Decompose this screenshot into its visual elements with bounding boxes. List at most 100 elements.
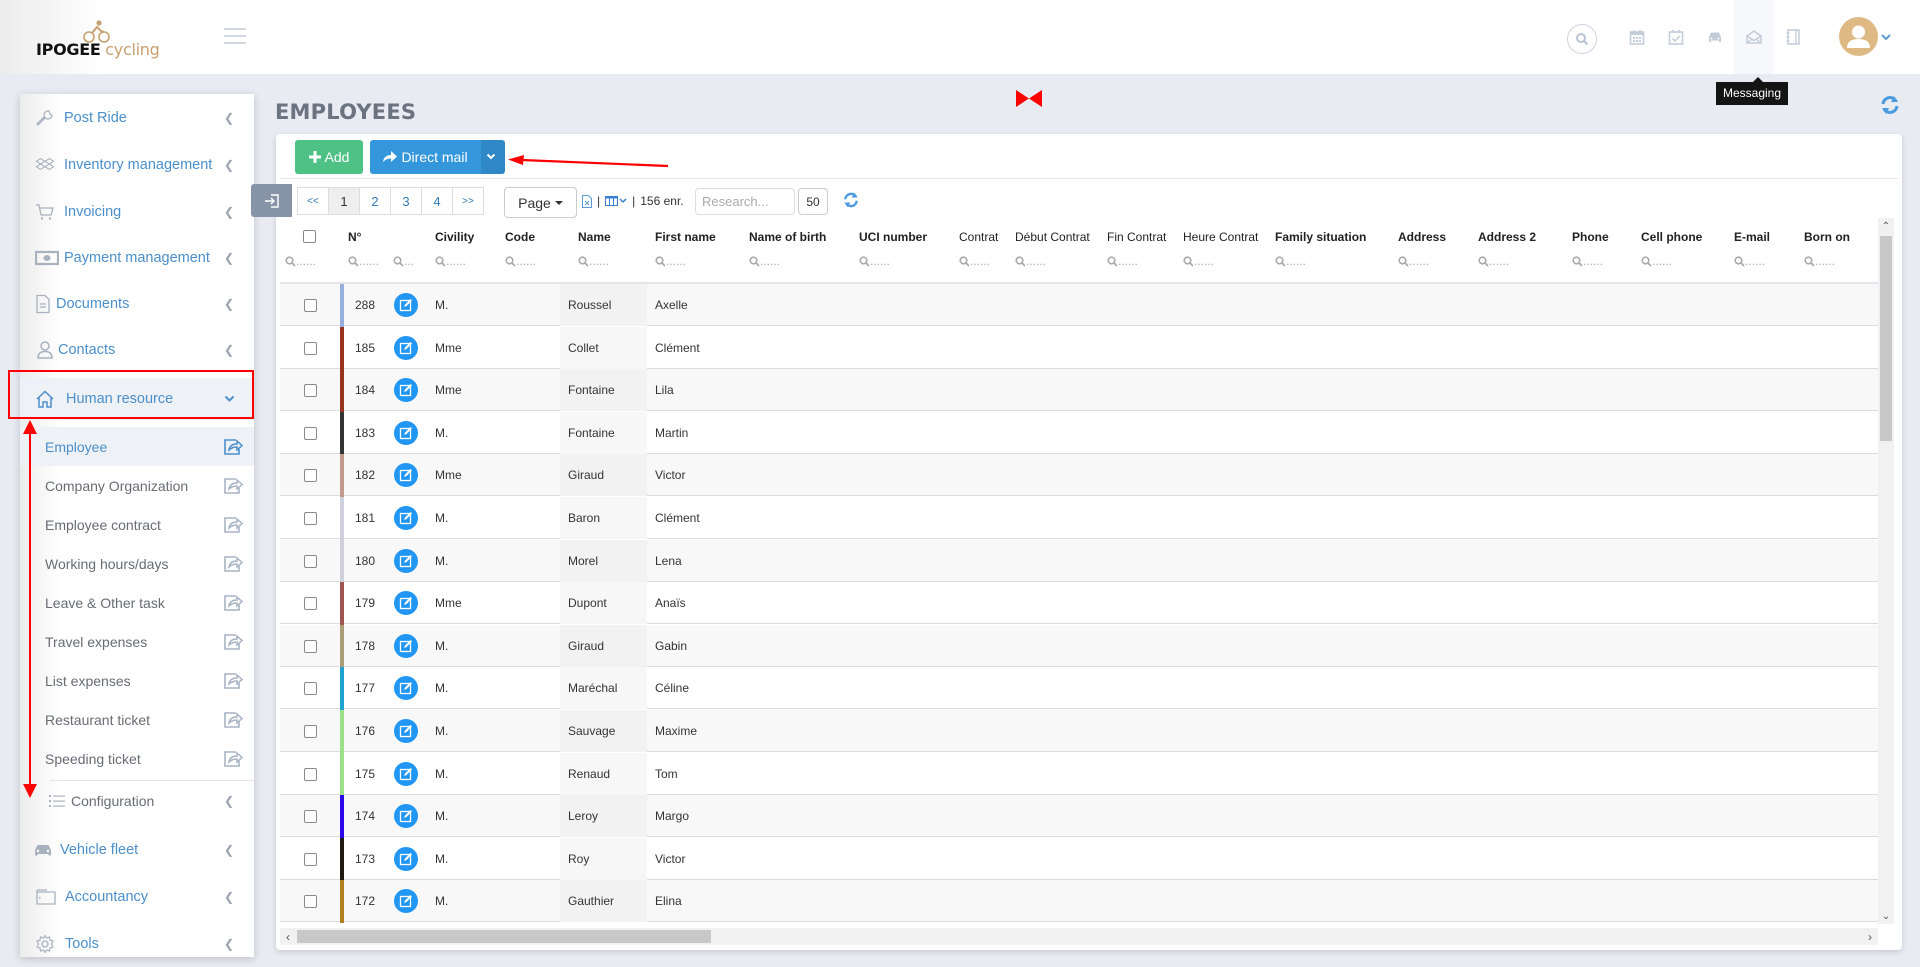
pagination-last[interactable]: >> xyxy=(452,187,484,215)
pagination-page-4[interactable]: 4 xyxy=(421,187,453,215)
row-checkbox[interactable] xyxy=(304,597,317,611)
sidebar-subitem-restaurant-ticket[interactable]: Restaurant ticket xyxy=(20,700,254,739)
row-checkbox[interactable] xyxy=(304,469,317,483)
sidebar-item-accountancy[interactable]: Accountancy ❮ xyxy=(20,877,254,917)
sidebar-item-contacts[interactable]: Contacts ❮ xyxy=(20,330,254,370)
sidebar-item-inventory[interactable]: Inventory management ❮ xyxy=(20,145,254,185)
calendar-button[interactable] xyxy=(1622,22,1652,52)
table-row[interactable]: 178 M. Giraud Gabin xyxy=(280,624,1878,668)
column-filter[interactable]: ...... xyxy=(435,254,466,268)
sidebar-subitem-company-organization[interactable]: Company Organization xyxy=(20,466,254,505)
horizontal-scrollbar[interactable]: ‹ › xyxy=(280,928,1878,945)
column-filter[interactable]: ...... xyxy=(1398,254,1429,268)
column-header[interactable]: Address xyxy=(1398,230,1446,244)
column-filter[interactable]: ...... xyxy=(1804,254,1835,268)
edit-button[interactable] xyxy=(394,804,418,829)
edit-button[interactable] xyxy=(394,293,418,317)
table-row[interactable]: 185 Mme Collet Clément xyxy=(280,326,1878,370)
edit-button[interactable] xyxy=(394,335,418,360)
table-row[interactable]: 173 M. Roy Victor xyxy=(280,837,1878,881)
scroll-up-icon[interactable]: ⌃ xyxy=(1878,218,1894,234)
pagination-page-2[interactable]: 2 xyxy=(359,187,391,215)
pagination-first[interactable]: << xyxy=(297,187,329,215)
row-checkbox[interactable] xyxy=(304,299,317,312)
column-header[interactable]: Civility xyxy=(435,230,474,244)
sidebar-subitem-employee-contract[interactable]: Employee contract xyxy=(20,505,254,544)
messaging-button[interactable] xyxy=(1739,22,1769,52)
vertical-scrollbar[interactable]: ⌃ ⌄ xyxy=(1878,218,1894,924)
column-filter[interactable]: ...... xyxy=(749,254,780,268)
column-filter[interactable]: ...... xyxy=(859,254,890,268)
row-checkbox[interactable] xyxy=(304,341,317,355)
table-row[interactable]: 175 M. Renaud Tom xyxy=(280,752,1878,796)
edit-button[interactable] xyxy=(394,463,418,488)
sidebar-subitem-leave[interactable]: Leave & Other task xyxy=(20,583,254,622)
sidebar-item-documents[interactable]: Documents ❮ xyxy=(20,284,254,324)
column-header[interactable]: Début Contrat xyxy=(1015,230,1090,244)
sidebar-subitem-list-expenses[interactable]: List expenses xyxy=(20,661,254,700)
excel-export-icon[interactable] xyxy=(582,194,592,208)
column-header[interactable]: N° xyxy=(348,230,361,244)
column-header[interactable]: Cell phone xyxy=(1641,230,1702,244)
search-input[interactable] xyxy=(695,188,795,215)
column-filter[interactable]: ... xyxy=(393,254,414,268)
row-checkbox[interactable] xyxy=(304,852,317,866)
scrollbar-thumb[interactable] xyxy=(297,930,711,943)
column-header[interactable]: Address 2 xyxy=(1478,230,1536,244)
sidebar-subitem-speeding-ticket[interactable]: Speeding ticket xyxy=(20,739,254,778)
sidebar-item-tools[interactable]: Tools ❮ xyxy=(20,924,254,957)
page-dropdown[interactable]: Page xyxy=(504,187,577,218)
table-row[interactable]: 288 M. Roussel Axelle xyxy=(280,284,1878,327)
column-filter[interactable]: ...... xyxy=(505,254,536,268)
user-avatar[interactable] xyxy=(1839,17,1878,56)
column-filter[interactable]: ...... xyxy=(1183,254,1214,268)
edit-button[interactable] xyxy=(394,378,418,403)
table-row[interactable]: 181 M. Baron Clément xyxy=(280,497,1878,540)
sidebar-item-post-ride[interactable]: Post Ride ❮ xyxy=(20,98,254,138)
edit-button[interactable] xyxy=(394,889,418,914)
sidebar-subitem-working-hours[interactable]: Working hours/days xyxy=(20,544,254,583)
row-checkbox[interactable] xyxy=(304,384,317,398)
pagination-page-1[interactable]: 1 xyxy=(328,187,360,215)
column-header[interactable]: Name xyxy=(578,230,611,244)
row-checkbox[interactable] xyxy=(304,512,317,525)
table-row[interactable]: 183 M. Fontaine Martin xyxy=(280,411,1878,455)
column-filter[interactable]: ...... xyxy=(1275,254,1306,268)
column-filter[interactable]: ...... xyxy=(1641,254,1672,268)
column-header[interactable]: Fin Contrat xyxy=(1107,230,1166,244)
column-filter[interactable]: ...... xyxy=(1015,254,1046,268)
column-filter[interactable]: ...... xyxy=(1734,254,1765,268)
row-checkbox[interactable] xyxy=(304,725,317,738)
global-search-button[interactable] xyxy=(1567,24,1597,54)
edit-button[interactable] xyxy=(394,506,418,530)
edit-button[interactable] xyxy=(394,846,418,871)
edit-button[interactable] xyxy=(394,676,418,701)
edit-button[interactable] xyxy=(394,761,418,786)
table-row[interactable]: 172 M. Gauthier Elina xyxy=(280,880,1878,924)
scroll-down-icon[interactable]: ⌄ xyxy=(1878,908,1894,924)
column-header[interactable]: Contrat xyxy=(959,230,998,244)
pagination-page-3[interactable]: 3 xyxy=(390,187,422,215)
column-filter[interactable]: ...... xyxy=(1478,254,1509,268)
column-header[interactable]: Born on xyxy=(1804,230,1850,244)
table-row[interactable]: 184 Mme Fontaine Lila xyxy=(280,369,1878,413)
menu-toggle-icon[interactable] xyxy=(224,28,246,44)
scrollbar-thumb[interactable] xyxy=(1880,236,1892,441)
sidebar-subitem-employee[interactable]: Employee xyxy=(20,427,254,466)
direct-mail-button[interactable]: Direct mail xyxy=(370,140,481,174)
column-filter[interactable]: ...... xyxy=(348,254,379,268)
column-header[interactable]: Heure Contrat xyxy=(1183,230,1258,244)
edit-button[interactable] xyxy=(394,719,418,743)
sidebar-item-vehicle-fleet[interactable]: Vehicle fleet ❮ xyxy=(20,830,254,870)
column-filter[interactable]: ...... xyxy=(655,254,686,268)
edit-button[interactable] xyxy=(394,548,418,573)
column-header[interactable]: E-mail xyxy=(1734,230,1770,244)
table-row[interactable]: 176 M. Sauvage Maxime xyxy=(280,710,1878,753)
column-header[interactable]: Phone xyxy=(1572,230,1609,244)
column-picker-button[interactable] xyxy=(605,196,627,206)
scroll-left-icon[interactable]: ‹ xyxy=(280,928,296,945)
select-all-checkbox[interactable] xyxy=(303,230,316,243)
sidebar-item-invoicing[interactable]: Invoicing ❮ xyxy=(20,192,254,232)
row-checkbox[interactable] xyxy=(304,639,317,653)
column-filter[interactable]: ...... xyxy=(1572,254,1603,268)
